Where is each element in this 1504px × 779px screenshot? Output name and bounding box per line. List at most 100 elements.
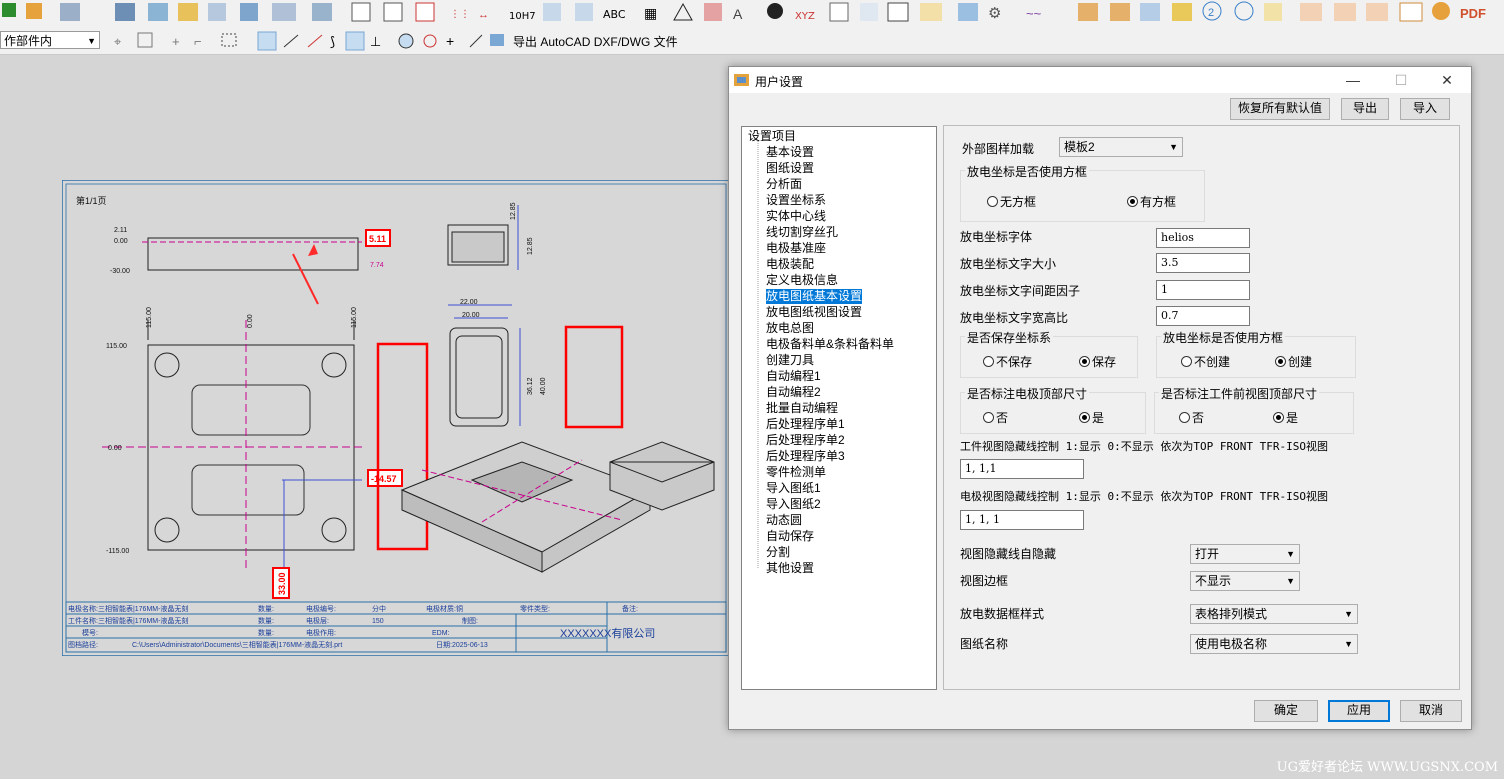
tree-item[interactable]: 电极备料单&条料备料单	[766, 337, 894, 352]
tree-item[interactable]: 批量自动编程	[766, 401, 838, 416]
svg-text:+: +	[172, 34, 180, 49]
import-button[interactable]: 导入	[1400, 98, 1450, 120]
tree-item[interactable]: 自动编程1	[766, 369, 821, 384]
svg-text:150: 150	[372, 618, 384, 625]
tool-icon	[383, 2, 403, 22]
tree-item[interactable]: 线切割穿丝孔	[766, 225, 838, 240]
export-button[interactable]: 导出	[1341, 98, 1389, 120]
size-label: 放电坐标文字大小	[960, 257, 1057, 271]
radio-dot	[1275, 356, 1286, 367]
drawing-sheet[interactable]: 第1/1页 2.11 0.00 -30.00 5.11 7.74 115.00 …	[62, 180, 730, 656]
tool-icon	[1140, 3, 1160, 21]
cancel-button[interactable]: 取消	[1400, 700, 1462, 722]
tree-item[interactable]: 动态圆	[766, 513, 802, 528]
selection-filter-combo[interactable]: 作部件内 ▼	[0, 31, 100, 49]
save-cs-group: 是否保存坐标系 不保存 保存	[960, 329, 1138, 378]
front-yes-radio[interactable]: 是	[1273, 409, 1298, 426]
create-no-radio[interactable]: 不创建	[1181, 353, 1230, 370]
export-dxf-label[interactable]: 导出 AutoCAD DXF/DWG 文件	[513, 33, 678, 50]
selection-toolbar: 作部件内 ▼ ⌖ + ⌐ ⟆ ⊥ + 导出 AutoCAD DXF/DWG 文件	[0, 27, 1504, 55]
elec-hidden-label: 电极视图隐藏线控制 1:显示 0:不显示 依次为TOP FRONT TFR-IS…	[960, 490, 1328, 503]
tree-item[interactable]: 放电图纸基本设置	[766, 289, 863, 304]
dim-label: 40.00	[540, 377, 547, 395]
ok-button[interactable]: 确定	[1254, 700, 1318, 722]
tree-item[interactable]: 电极装配	[766, 257, 814, 272]
tree-item[interactable]: 设置坐标系	[766, 193, 826, 208]
part-hidden-input[interactable]: 1, 1,1	[960, 459, 1084, 479]
svg-text:图档路径:: 图档路径:	[68, 640, 98, 649]
callout-text: 33.00	[277, 572, 287, 595]
toolbar-icon-group[interactable]: ⋮⋮ ↔ 10H7 ABC ▦ A XYZ ⚙ ~~ 2	[2, 1, 1450, 22]
tool-icon	[272, 3, 296, 21]
top-yes-radio[interactable]: 是	[1079, 409, 1104, 426]
save-no-radio[interactable]: 不保存	[983, 353, 1032, 370]
dialog-titlebar[interactable]: 用户设置 — ☐ ✕	[729, 67, 1471, 93]
tree-item[interactable]: 基本设置	[766, 145, 814, 160]
svg-text:备注:: 备注:	[622, 604, 638, 613]
front-yes-label: 是	[1286, 411, 1299, 425]
svg-text:数量:: 数量:	[258, 616, 274, 625]
frame-no-radio[interactable]: 无方框	[987, 193, 1036, 210]
minimize-icon[interactable]: —	[1339, 70, 1367, 90]
save-yes-radio[interactable]: 保存	[1079, 353, 1116, 370]
tree-item[interactable]: 其他设置	[766, 561, 814, 576]
datastyle-select[interactable]: 表格排列模式 ▼	[1190, 604, 1358, 624]
border-label: 视图边框	[960, 574, 1009, 588]
apply-button[interactable]: 应用	[1328, 700, 1390, 722]
tree-item[interactable]: 电极基准座	[766, 241, 826, 256]
tree-item[interactable]: 后处理程序单3	[766, 449, 845, 464]
settings-tree[interactable]: 设置项目 基本设置 图纸设置 分析面 设置坐标系 实体中心线 线切割穿丝孔 电极基准座 电极装…	[741, 126, 937, 690]
border-select[interactable]: 不显示 ▼	[1190, 571, 1300, 591]
front-no-radio[interactable]: 否	[1179, 409, 1204, 426]
tree-item[interactable]: 图纸设置	[766, 161, 814, 176]
font-input[interactable]: helios	[1156, 228, 1250, 248]
dim-label: 20.00	[462, 312, 480, 319]
tool-icon	[887, 2, 909, 22]
radio-dot	[1179, 412, 1190, 423]
size-input[interactable]: 3.5	[1156, 253, 1250, 273]
tree-item[interactable]: 导入图纸1	[766, 481, 821, 496]
border-value: 不显示	[1195, 574, 1232, 588]
top-yes-label: 是	[1092, 411, 1105, 425]
tree-item[interactable]: 创建刀具	[766, 353, 814, 368]
tree-item[interactable]: 导入图纸2	[766, 497, 821, 512]
create-yes-radio[interactable]: 创建	[1275, 353, 1312, 370]
close-icon[interactable]: ✕	[1433, 70, 1461, 90]
tool-icon	[1110, 3, 1130, 21]
tree-item[interactable]: 放电总图	[766, 321, 814, 336]
ratio-input[interactable]: 0.7	[1156, 306, 1250, 326]
drawname-select[interactable]: 使用电极名称 ▼	[1190, 634, 1358, 654]
tree-item[interactable]: 自动编程2	[766, 385, 821, 400]
svg-text:电极层:: 电极层:	[306, 616, 329, 625]
tree-item[interactable]: 定义电极信息	[766, 273, 838, 288]
ratio-label: 放电坐标文字宽高比	[960, 311, 1069, 325]
svg-text:▦: ▦	[644, 5, 657, 21]
chevron-down-icon: ▼	[1344, 639, 1353, 649]
tree-item[interactable]: 分割	[766, 545, 790, 560]
tool-icon	[208, 3, 226, 21]
tree-item[interactable]: 分析面	[766, 177, 802, 192]
restore-defaults-button[interactable]: 恢复所有默认值	[1230, 98, 1330, 120]
frame-yes-label: 有方框	[1140, 195, 1177, 209]
front-dim-group: 是否标注工件前视图顶部尺寸 否 是	[1154, 385, 1354, 434]
maximize-icon[interactable]: ☐	[1387, 70, 1415, 90]
svg-text:ABC: ABC	[603, 8, 626, 21]
snap-icons[interactable]: ⌖ + ⌐ ⟆ ⊥ +	[108, 30, 508, 52]
tree-item[interactable]: 零件检测单	[766, 465, 826, 480]
elec-hidden-input[interactable]: 1, 1, 1	[960, 510, 1084, 530]
tree-item[interactable]: 自动保存	[766, 529, 814, 544]
tree-item[interactable]: 放电图纸视图设置	[766, 305, 862, 320]
chevron-down-icon: ▼	[1286, 576, 1295, 586]
datastyle-value: 表格排列模式	[1195, 607, 1268, 621]
frame-yes-radio[interactable]: 有方框	[1127, 193, 1176, 210]
tree-item[interactable]: 实体中心线	[766, 209, 826, 224]
tree-item[interactable]: 后处理程序单2	[766, 433, 845, 448]
app-icon	[734, 74, 749, 86]
auto-hide-select[interactable]: 打开 ▼	[1190, 544, 1300, 564]
selection-filter-value: 作部件内	[4, 34, 53, 48]
tree-item[interactable]: 后处理程序单1	[766, 417, 845, 432]
spacing-input[interactable]: 1	[1156, 280, 1250, 300]
use-frame-group-label: 放电坐标是否使用方框	[1161, 329, 1286, 346]
top-no-radio[interactable]: 否	[983, 409, 1008, 426]
ext-template-select[interactable]: 模板2 ▼	[1059, 137, 1183, 157]
